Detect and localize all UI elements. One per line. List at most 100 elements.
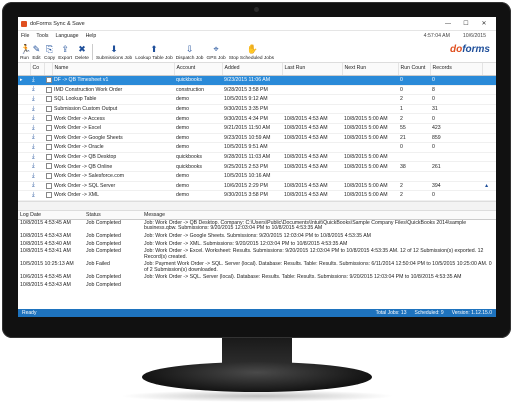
row-checkbox[interactable] xyxy=(44,133,52,144)
job-row[interactable]: ⤓ Work Order -> XML demo 9/30/2015 3:58 PM 1… xyxy=(18,190,496,201)
column-header[interactable]: Name xyxy=(52,63,175,76)
column-header[interactable] xyxy=(18,63,31,76)
run-job-icon[interactable]: ⤓ xyxy=(30,161,44,172)
export-button[interactable]: ⇪ Export xyxy=(58,45,72,62)
column-header[interactable]: Co xyxy=(30,63,45,76)
row-checkbox[interactable] xyxy=(44,171,52,182)
log-row[interactable]: 10/6/2015 4:53:45 AM Job Completed Job: Wo… xyxy=(18,274,496,282)
run-button[interactable]: 🏃 Run xyxy=(20,44,32,62)
dispatch-job-icon: ⇩ xyxy=(185,44,194,54)
run-job-icon[interactable]: ⤓ xyxy=(30,104,44,115)
run-job-icon[interactable]: ⤓ xyxy=(30,181,44,192)
run-job-icon[interactable]: ⤓ xyxy=(30,142,44,153)
run-job-icon[interactable]: ⤓ xyxy=(30,123,44,134)
job-next-run: 10/8/2015 5:00 AM xyxy=(342,152,398,163)
maximize-button[interactable]: ☐ xyxy=(457,20,475,27)
row-checkbox[interactable] xyxy=(44,94,52,105)
menu-file[interactable]: File xyxy=(21,33,29,39)
close-button[interactable]: ✕ xyxy=(475,20,493,27)
run-job-icon[interactable]: ⤓ xyxy=(30,171,44,182)
job-name: Work Order -> XML xyxy=(52,190,174,201)
log-row[interactable]: 10/8/2015 4:53:41 AM Job Completed Job: Wo… xyxy=(18,248,496,261)
warning-icon xyxy=(482,133,496,144)
run-job-icon[interactable]: ⤓ xyxy=(30,133,44,144)
row-checkbox[interactable] xyxy=(44,75,52,86)
delete-button[interactable]: ✖ Delete xyxy=(75,45,89,62)
job-row[interactable]: ⤓ Work Order -> Google Sheets demo 9/23/201… xyxy=(18,133,496,144)
row-pointer xyxy=(18,85,30,96)
menu-help[interactable]: Help xyxy=(86,33,97,39)
export-icon: ⇪ xyxy=(61,44,69,54)
column-header[interactable]: Run Count xyxy=(398,63,431,76)
log-row[interactable]: 10/8/2015 4:53:43 AM Job Completed Job: Wo… xyxy=(18,233,496,241)
log-row[interactable]: 10/5/2015 10:25:13 AM Job Failed Job: Paym… xyxy=(18,261,496,274)
job-account: quickbooks xyxy=(174,75,222,86)
row-checkbox[interactable] xyxy=(44,161,52,172)
row-checkbox[interactable] xyxy=(44,190,52,201)
job-run-count xyxy=(398,152,430,163)
submissions-job-button[interactable]: ⬇ Submissions Job xyxy=(96,45,132,62)
job-row[interactable]: ⤓ IMD Construction Work Order construction… xyxy=(18,85,496,96)
row-checkbox[interactable] xyxy=(44,104,52,115)
job-row[interactable]: ⤓ Work Order -> Oracle demo 10/5/2015 9:51 … xyxy=(18,142,496,153)
run-job-icon[interactable]: ⤓ xyxy=(30,94,44,105)
monitor-stand-base xyxy=(142,362,372,392)
lookup-table-job-button[interactable]: ⬆ Lookup Table Job xyxy=(135,45,173,62)
job-row[interactable]: ⤓ SQL Lookup Table demo 10/5/2015 9:12 AM 2 0 xyxy=(18,94,496,105)
job-row[interactable]: ▸ ⤓ DF -> QB Timesheet v1 quickbooks 9/23/20… xyxy=(18,75,496,86)
row-checkbox[interactable] xyxy=(44,123,52,134)
minimize-button[interactable]: — xyxy=(439,21,457,27)
row-checkbox[interactable] xyxy=(44,181,52,192)
run-job-icon[interactable]: ⤓ xyxy=(30,85,44,96)
run-job-icon[interactable]: ⤓ xyxy=(30,190,44,201)
log-column-header[interactable]: Log Date xyxy=(18,210,84,220)
job-row[interactable]: ⤓ Work Order -> SQL Server demo 10/6/2015 2… xyxy=(18,181,496,192)
menu-tools[interactable]: Tools xyxy=(36,33,48,39)
dispatch-job-button[interactable]: ⇩ Dispatch Job xyxy=(176,45,204,62)
gps-job-button[interactable]: ⌖ GPS Job xyxy=(206,45,225,62)
column-header[interactable]: Next Run xyxy=(342,63,399,76)
warning-icon xyxy=(482,142,496,153)
log-column-header[interactable]: Status xyxy=(84,210,142,220)
copy-button[interactable]: ⎘ Copy xyxy=(44,45,55,62)
job-records xyxy=(430,152,482,163)
log-row[interactable]: 10/8/2015 4:53:43 AM Job Completed xyxy=(18,282,496,290)
column-header[interactable]: Last Run xyxy=(282,63,343,76)
log-message: Job: Work Order -> Excel. Worksheet: Res… xyxy=(144,248,484,260)
job-last-run xyxy=(282,104,342,115)
row-checkbox[interactable] xyxy=(44,85,52,96)
run-job-icon[interactable]: ⤓ xyxy=(30,75,44,86)
job-account: demo xyxy=(174,142,222,153)
job-added: 9/25/2015 2:53 PM xyxy=(222,161,282,172)
job-name: Work Order -> Salesforce.com xyxy=(52,171,174,182)
row-checkbox[interactable] xyxy=(44,142,52,153)
run-icon: 🏃 xyxy=(20,44,32,54)
row-checkbox[interactable] xyxy=(44,113,52,124)
log-column-header[interactable]: Message xyxy=(142,210,496,220)
job-row[interactable]: ⤓ Work Order -> Access demo 9/30/2015 4:34 … xyxy=(18,113,496,124)
column-header[interactable]: Added xyxy=(222,63,283,76)
log-row[interactable]: 10/8/2015 4:53:45 AM Job Completed Job: Wo… xyxy=(18,219,496,233)
menu-language[interactable]: Language xyxy=(55,33,78,39)
column-header[interactable]: Account xyxy=(174,63,223,76)
pane-splitter[interactable] xyxy=(18,200,496,211)
log-status: Job Completed xyxy=(86,248,121,255)
run-job-icon[interactable]: ⤓ xyxy=(30,113,44,124)
column-header[interactable] xyxy=(482,63,496,76)
job-row[interactable]: ⤓ Submission Custom Output demo 9/30/2015 3… xyxy=(18,104,496,115)
column-header[interactable] xyxy=(44,63,53,76)
job-row[interactable]: ⤓ Work Order -> QB Online quickbooks 9/25/2… xyxy=(18,161,496,172)
job-run-count xyxy=(398,171,430,182)
job-row[interactable]: ⤓ Work Order -> QB Desktop quickbooks 9/28/… xyxy=(18,152,496,163)
job-row[interactable]: ⤓ Work Order -> Salesforce.com demo 10/5/20… xyxy=(18,171,496,182)
edit-button[interactable]: ✎ Edit xyxy=(32,45,41,62)
job-row[interactable]: ⤓ Work Order -> Excel demo 9/21/2015 11:50 … xyxy=(18,123,496,134)
row-checkbox[interactable] xyxy=(44,152,52,163)
job-added: 9/28/2015 11:03 AM xyxy=(222,152,282,163)
scheduled-jobs: Scheduled: 9 xyxy=(414,310,444,316)
stop-scheduled-jobs-button[interactable]: ✋ Stop Scheduled Jobs xyxy=(229,45,274,62)
column-header[interactable]: Records xyxy=(430,63,483,76)
run-job-icon[interactable]: ⤓ xyxy=(30,152,44,163)
log-row[interactable]: 10/8/2015 4:53:40 AM Job Completed Job: Wo… xyxy=(18,241,496,249)
copy-icon: ⎘ xyxy=(45,44,54,54)
